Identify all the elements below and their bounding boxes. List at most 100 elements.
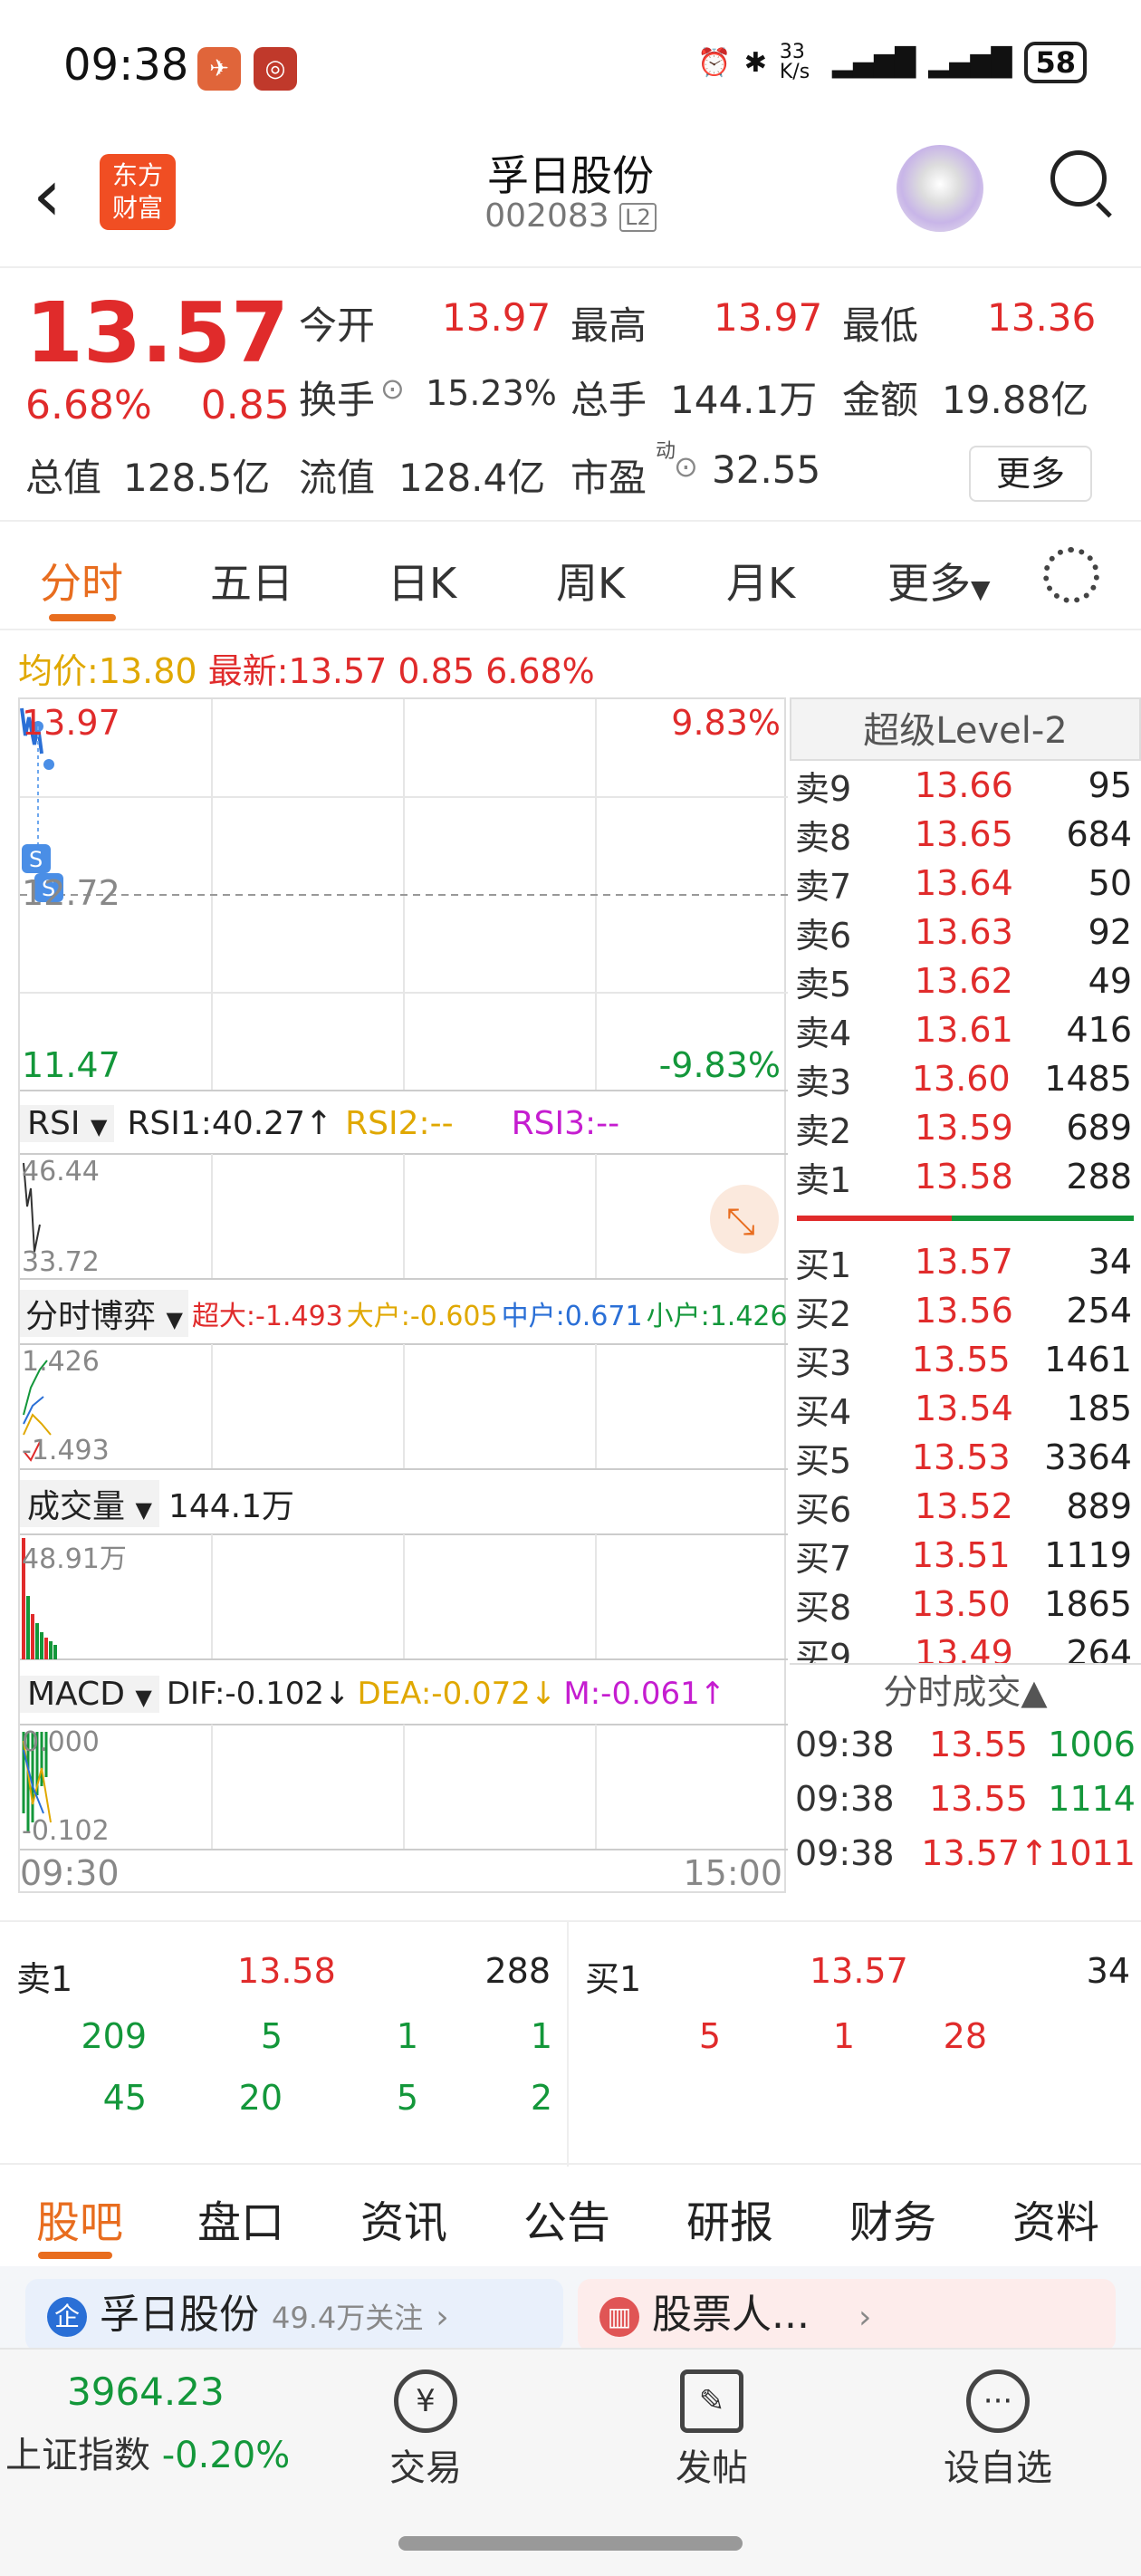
order-row-sell7: 卖7 13.64 50 bbox=[795, 863, 1132, 907]
time-end: 15:00 bbox=[683, 1853, 782, 1893]
tick-row: 09:38 13.57↑ 1011 bbox=[795, 1833, 1136, 1873]
turnover-value: 15.23% bbox=[426, 373, 557, 413]
info-icon[interactable]: ⊙ bbox=[674, 449, 698, 484]
dropdown-arrow-icon: ▼ bbox=[971, 574, 991, 604]
info-tabs: 股吧 盘口 资讯 公告 研报 财务 资料 bbox=[0, 2167, 1141, 2266]
order-row-buy3: 买3 13.55 1461 bbox=[795, 1340, 1132, 1383]
tab-monthly-k[interactable]: 月K bbox=[726, 551, 795, 610]
high-label: 最高 bbox=[570, 303, 647, 348]
order-row-buy9: 买9 13.49 264 bbox=[795, 1633, 1132, 1663]
index-value[interactable]: 3964.23 bbox=[67, 2369, 225, 2414]
info-icon[interactable]: ⊙ bbox=[380, 371, 405, 406]
tab-active-indicator bbox=[38, 2252, 112, 2259]
volume-selector[interactable]: 成交量 ▼ bbox=[20, 1480, 159, 1527]
tab-handicap[interactable]: 盘口 bbox=[197, 2187, 284, 2250]
intraday-chart[interactable]: S S ⤡ 13.97 9.83% 12.72 11.47 -9.83% RSI… bbox=[18, 697, 788, 1893]
post-button[interactable]: ✎ 发帖 bbox=[648, 2369, 775, 2491]
tab-intraday[interactable]: 分时 bbox=[40, 551, 123, 610]
quote-panel: 13.57 6.68% 0.85 今开 13.97 最高 13.97 最低 13… bbox=[0, 270, 1141, 522]
total-cap-label: 总值 bbox=[25, 456, 102, 500]
level2-title[interactable]: 超级Level-2 bbox=[790, 697, 1141, 761]
settings-gear-icon[interactable] bbox=[1043, 547, 1099, 603]
order-row-buy4: 买4 13.54 185 bbox=[795, 1389, 1132, 1432]
tab-daily-k[interactable]: 日K bbox=[388, 551, 456, 610]
change-amount: 0.85 bbox=[200, 382, 290, 428]
order-row-buy2: 买2 13.56 254 bbox=[795, 1291, 1132, 1334]
total-cap-value: 128.5亿 bbox=[123, 456, 271, 500]
search-icon[interactable] bbox=[1050, 150, 1107, 207]
rsi-selector[interactable]: RSI ▼ bbox=[20, 1104, 115, 1142]
order-row-sell9: 卖9 13.66 95 bbox=[795, 765, 1132, 809]
open-value: 13.97 bbox=[442, 295, 551, 340]
sell-levels: 卖9 13.66 95 卖8 13.65 684 卖7 13.64 50 卖6 13.63 92… bbox=[790, 761, 1141, 1201]
trade-button[interactable]: ¥ 交易 bbox=[362, 2369, 489, 2491]
tab-finance[interactable]: 财务 bbox=[849, 2187, 936, 2250]
order-row-sell5: 卖5 13.62 49 bbox=[795, 961, 1132, 1004]
index-line[interactable]: 上证指数 -0.20% bbox=[5, 2426, 290, 2478]
order-row-buy6: 买6 13.52 889 bbox=[795, 1486, 1132, 1530]
stock-people-card[interactable]: ▥ 股票人... › bbox=[578, 2279, 1116, 2351]
pct-axis-bottom: -9.83% bbox=[658, 1045, 781, 1085]
more-button[interactable]: 更多 bbox=[969, 446, 1092, 502]
more-dots-icon: ··· bbox=[966, 2369, 1030, 2433]
company-icon: 企 bbox=[47, 2297, 87, 2337]
time-start: 09:30 bbox=[20, 1853, 120, 1893]
dropdown-arrow-icon: ▼ bbox=[166, 1307, 183, 1332]
notification-app-icon: ✈ bbox=[197, 47, 241, 91]
tab-weekly-k[interactable]: 周K bbox=[556, 551, 625, 610]
assistant-avatar[interactable] bbox=[896, 145, 983, 232]
amount-value: 19.88亿 bbox=[942, 378, 1089, 422]
queue-row: 209 5 1 1 bbox=[81, 2016, 552, 2056]
battery-icon: 58 bbox=[1024, 42, 1087, 83]
queue-row: 45 20 5 2 bbox=[102, 2078, 552, 2118]
avg-price-line: 均价:13.80 最新:13.57 0.85 6.68% bbox=[18, 651, 595, 691]
price-axis-top: 13.97 bbox=[22, 703, 120, 743]
turnover-label: 换手 bbox=[299, 378, 376, 422]
last-price: 13.57 bbox=[25, 284, 290, 381]
game-selector[interactable]: 分时博弈 ▼ bbox=[20, 1290, 188, 1337]
dropdown-arrow-icon: ▼ bbox=[135, 1684, 152, 1710]
order-row-sell1: 卖1 13.58 288 bbox=[795, 1157, 1132, 1200]
order-row-sell8: 卖8 13.65 684 bbox=[795, 814, 1132, 858]
order-row-buy7: 买7 13.51 1119 bbox=[795, 1535, 1132, 1579]
home-indicator[interactable] bbox=[398, 2536, 743, 2551]
price-axis-bottom: 11.47 bbox=[22, 1045, 120, 1085]
tab-five-day[interactable]: 五日 bbox=[210, 551, 293, 610]
pe-dynamic-sup: 动 bbox=[656, 440, 676, 463]
float-cap-value: 128.4亿 bbox=[398, 456, 546, 500]
signal-icon: ▂▄▆█ bbox=[928, 46, 1012, 79]
avg-price: 13.80 bbox=[98, 651, 197, 691]
price-axis-mid: 12.72 bbox=[22, 873, 120, 913]
order-row-sell2: 卖2 13.59 689 bbox=[795, 1108, 1132, 1151]
tab-news[interactable]: 资讯 bbox=[360, 2187, 447, 2250]
tab-guba[interactable]: 股吧 bbox=[36, 2187, 123, 2250]
notification-app-icon: ◎ bbox=[254, 47, 297, 91]
change-pct: 6.68% bbox=[25, 382, 152, 428]
order-row-buy8: 买8 13.50 1865 bbox=[795, 1584, 1132, 1628]
order-row-sell3: 卖3 13.60 1485 bbox=[795, 1059, 1132, 1102]
add-watchlist-button[interactable]: ··· 设自选 bbox=[935, 2369, 1061, 2491]
buy-sell-ratio-bar bbox=[797, 1216, 1134, 1221]
status-time: 09:38 bbox=[63, 40, 189, 91]
svg-text:S: S bbox=[29, 847, 43, 872]
order-book[interactable]: 超级Level-2 卖9 13.66 95 卖8 13.65 684 卖7 13.64 50… bbox=[790, 697, 1141, 1920]
macd-selector[interactable]: MACD ▼ bbox=[20, 1675, 159, 1713]
ticks-toggle[interactable]: 分时成交▲ bbox=[790, 1663, 1141, 1717]
tab-research[interactable]: 研报 bbox=[686, 2187, 773, 2250]
guba-card[interactable]: 企 孚日股份 49.4万关注 › bbox=[25, 2279, 563, 2351]
stock-code: 002083 bbox=[484, 197, 609, 235]
period-tabs: 分时 五日 日K 周K 月K 更多▼ bbox=[0, 524, 1141, 630]
level-badge: L2 bbox=[619, 203, 657, 232]
status-bar: 09:38 ✈ ◎ ⏰ ✱ 33 K/s ▂▄▆█ ▂▄▆█ 58 bbox=[0, 0, 1141, 136]
tab-announcement[interactable]: 公告 bbox=[523, 2187, 610, 2250]
dropdown-arrow-icon: ▼ bbox=[90, 1113, 108, 1139]
tick-row: 09:38 13.55 1114 bbox=[795, 1779, 1136, 1819]
net-speed: 33 K/s bbox=[779, 41, 810, 83]
volume-header: 成交量 ▼ 144.1万 bbox=[20, 1478, 788, 1529]
queue-row: 5 1 28 bbox=[698, 2016, 987, 2056]
tab-more[interactable]: 更多▼ bbox=[887, 551, 991, 610]
chart-icon: ▥ bbox=[599, 2297, 639, 2337]
chevron-right-icon: › bbox=[436, 2299, 449, 2336]
tab-profile[interactable]: 资料 bbox=[1012, 2187, 1099, 2250]
volume-value: 144.1万 bbox=[670, 378, 818, 422]
